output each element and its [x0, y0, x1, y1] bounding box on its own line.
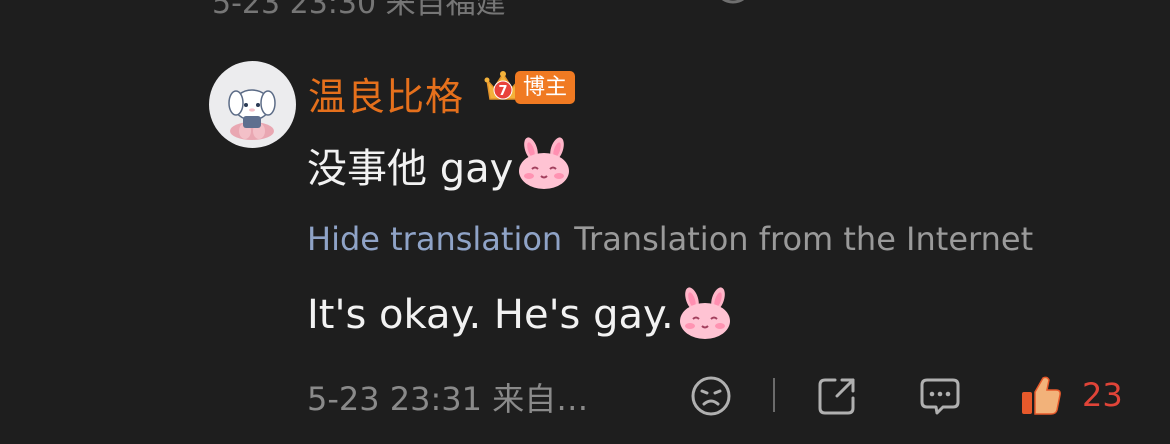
previous-comment-meta: 5-23 23:30 来自福建 — [212, 0, 506, 21]
level-number: 7 — [498, 84, 507, 99]
pink-bunny-emoji — [679, 287, 730, 339]
comment-meta: 5-23 23:31 来自… — [307, 380, 589, 418]
blogger-badge: 博主 — [515, 71, 576, 104]
comment-text: 没事他 gay — [307, 146, 514, 192]
avatar[interactable] — [209, 61, 296, 148]
comment-body: 没事他 gay — [307, 135, 573, 195]
avatar-image — [228, 89, 276, 140]
sad-face-icon[interactable] — [712, 0, 754, 12]
previous-comment-footer: 5-23 23:30 来自福建 — [0, 0, 1170, 21]
hide-translation-link[interactable]: Hide translation — [307, 220, 562, 258]
thumbs-up-icon[interactable] — [1040, 0, 1084, 12]
action-divider — [773, 378, 775, 412]
translation-header: Hide translation Translation from the Int… — [307, 220, 1033, 258]
comment-icon[interactable] — [940, 0, 984, 12]
translation-source: Translation from the Internet — [574, 220, 1034, 258]
username[interactable]: 温良比格 — [308, 66, 464, 121]
share-icon[interactable] — [836, 0, 880, 12]
thumbs-up-icon[interactable] — [1019, 374, 1063, 418]
share-icon[interactable] — [815, 374, 859, 418]
comment-icon[interactable] — [918, 374, 962, 418]
pink-bunny-emoji — [519, 137, 570, 189]
sad-face-icon[interactable] — [689, 374, 733, 418]
like-count[interactable]: 23 — [1082, 376, 1123, 414]
translated-text: It's okay. He's gay. — [307, 292, 674, 338]
translated-comment: It's okay. He's gay. — [307, 282, 734, 348]
